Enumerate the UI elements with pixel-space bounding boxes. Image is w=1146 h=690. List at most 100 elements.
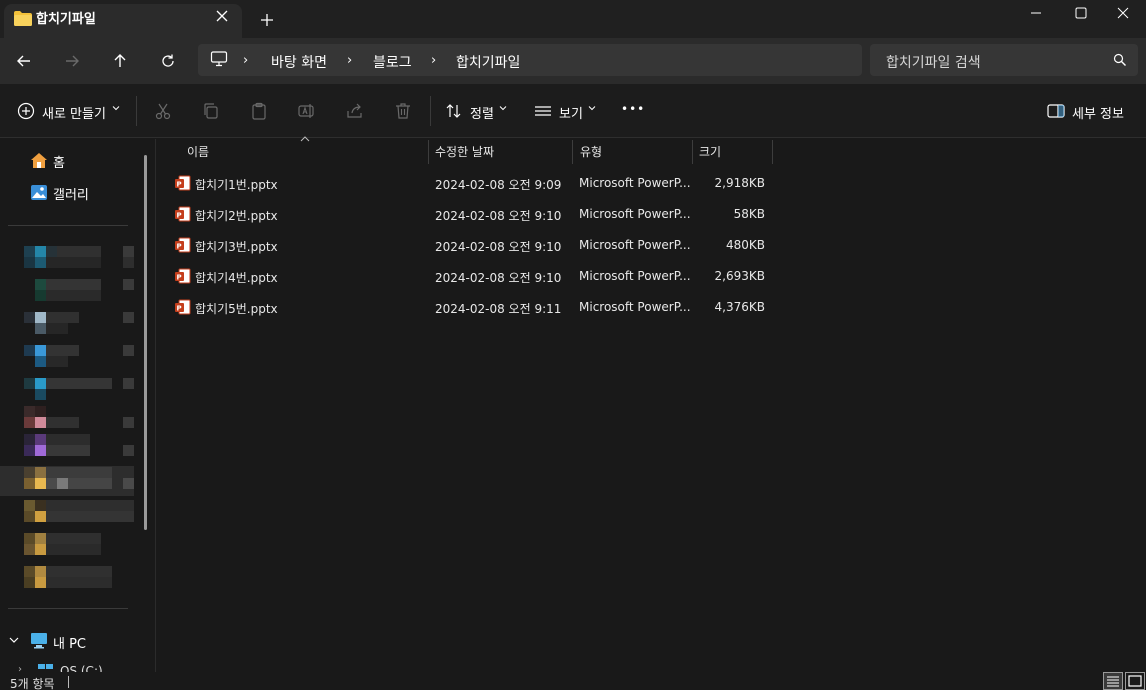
toolbar-divider: [136, 96, 137, 126]
file-type: Microsoft PowerP...: [579, 300, 691, 314]
column-divider[interactable]: [428, 140, 429, 164]
cut-icon[interactable]: [153, 101, 173, 121]
breadcrumb-separator[interactable]: ›: [243, 53, 248, 68]
sidebar-divider: [8, 608, 128, 609]
blurred-item[interactable]: [24, 378, 134, 400]
blurred-item[interactable]: [24, 246, 134, 268]
breadcrumb-blog[interactable]: 블로그: [373, 52, 412, 72]
sidebar-item-gallery[interactable]: 갤러리: [53, 184, 89, 203]
file-size: 58KB: [733, 207, 765, 221]
blurred-item[interactable]: [24, 467, 134, 489]
view-list-icon[interactable]: [533, 101, 553, 121]
blurred-item[interactable]: [24, 406, 134, 428]
new-tab-icon[interactable]: [257, 10, 277, 30]
details-view-icon[interactable]: [1103, 672, 1123, 690]
file-name[interactable]: 합치기4번.pptx: [195, 269, 278, 286]
chevron-down-icon[interactable]: [588, 104, 596, 112]
chevron-right-icon[interactable]: ›: [18, 664, 22, 672]
file-modified: 2024-02-08 오전 9:10: [435, 209, 562, 223]
pptx-file-icon: P: [175, 206, 191, 222]
column-header-modified[interactable]: 수정한 날짜: [435, 143, 494, 160]
column-divider[interactable]: [692, 140, 693, 164]
file-type: Microsoft PowerP...: [579, 269, 691, 283]
blurred-item[interactable]: [24, 434, 134, 456]
blurred-item[interactable]: [24, 566, 134, 588]
breadcrumb-current-folder[interactable]: 합치기파일: [456, 52, 520, 72]
file-name[interactable]: 합치기5번.pptx: [195, 300, 278, 317]
chevron-down-icon[interactable]: [112, 104, 120, 112]
chevron-down-icon[interactable]: [8, 634, 20, 646]
sidebar-scrollbar[interactable]: [144, 155, 147, 530]
forward-arrow-icon[interactable]: [58, 48, 86, 74]
details-button[interactable]: 세부 정보: [1072, 103, 1124, 122]
tab-title: 합치기파일: [36, 12, 96, 27]
search-icon[interactable]: [1113, 53, 1127, 67]
close-window-icon[interactable]: [1100, 0, 1146, 26]
large-icons-view-icon[interactable]: [1125, 672, 1145, 690]
file-type: Microsoft PowerP...: [579, 207, 691, 221]
sidebar-item-home[interactable]: 홈: [53, 152, 65, 171]
column-header-size[interactable]: 크기: [699, 143, 721, 160]
pptx-file-icon: P: [175, 175, 191, 191]
breadcrumb-separator[interactable]: ›: [431, 53, 436, 68]
file-modified: 2024-02-08 오전 9:10: [435, 271, 562, 285]
file-type: Microsoft PowerP...: [579, 176, 691, 190]
new-plus-icon[interactable]: [16, 101, 36, 121]
file-size: 480KB: [725, 238, 765, 252]
status-item-count: 5개 항목: [10, 677, 55, 690]
breadcrumb-separator[interactable]: ›: [347, 53, 352, 68]
chevron-down-icon[interactable]: [499, 104, 507, 112]
os-drive-row[interactable]: › OS (C:): [0, 662, 155, 672]
paste-icon[interactable]: [249, 101, 269, 121]
sidebar-item-this-pc[interactable]: 내 PC: [53, 633, 86, 652]
blurred-item[interactable]: [24, 533, 134, 555]
up-arrow-icon[interactable]: [106, 48, 134, 74]
table-row[interactable]: P 합치기1번.pptx 2024-02-08 오전 9:09 Microsof…: [170, 169, 775, 199]
file-name[interactable]: 합치기3번.pptx: [195, 238, 278, 255]
view-button[interactable]: 보기: [559, 103, 583, 122]
breadcrumb-desktop[interactable]: 바탕 화면: [271, 52, 327, 72]
file-name[interactable]: 합치기1번.pptx: [195, 176, 278, 193]
column-divider[interactable]: [772, 140, 773, 164]
details-pane-icon[interactable]: [1046, 101, 1066, 121]
column-divider[interactable]: [572, 140, 573, 164]
new-button[interactable]: 새로 만들기: [42, 103, 106, 122]
minimize-icon[interactable]: [1013, 0, 1059, 26]
file-size: 4,376KB: [714, 300, 765, 314]
svg-text:P: P: [177, 243, 182, 251]
column-header-type[interactable]: 유형: [580, 143, 602, 160]
sort-button[interactable]: 정렬: [470, 103, 494, 122]
svg-text:P: P: [177, 274, 182, 282]
file-name[interactable]: 합치기2번.pptx: [195, 207, 278, 224]
blurred-item[interactable]: [24, 312, 134, 334]
home-icon[interactable]: [30, 152, 48, 169]
monitor-icon[interactable]: [210, 51, 228, 67]
rename-icon[interactable]: [297, 101, 317, 121]
copy-icon[interactable]: [201, 101, 221, 121]
drive-icon: [38, 664, 54, 672]
pc-icon[interactable]: [30, 632, 48, 649]
table-row[interactable]: P 합치기5번.pptx 2024-02-08 오전 9:11 Microsof…: [170, 293, 775, 323]
file-size: 2,918KB: [714, 176, 765, 190]
close-tab-icon[interactable]: [212, 6, 232, 26]
delete-icon[interactable]: [393, 101, 413, 121]
table-row[interactable]: P 합치기4번.pptx 2024-02-08 오전 9:10 Microsof…: [170, 262, 775, 292]
file-modified: 2024-02-08 오전 9:10: [435, 240, 562, 254]
share-icon[interactable]: [345, 101, 365, 121]
column-header-name[interactable]: 이름: [187, 143, 209, 160]
sort-icon[interactable]: [444, 101, 464, 121]
table-row[interactable]: P 합치기2번.pptx 2024-02-08 오전 9:10 Microsof…: [170, 200, 775, 230]
refresh-icon[interactable]: [154, 48, 182, 74]
pptx-file-icon: P: [175, 237, 191, 253]
back-arrow-icon[interactable]: [10, 48, 38, 74]
blurred-item[interactable]: [24, 345, 134, 367]
sidebar-item-os-drive[interactable]: OS (C:): [60, 664, 103, 672]
search-input[interactable]: 합치기파일 검색: [886, 52, 981, 72]
blurred-item[interactable]: [24, 279, 134, 301]
maximize-icon[interactable]: [1058, 0, 1104, 26]
more-options-icon[interactable]: •••: [621, 102, 645, 116]
gallery-icon[interactable]: [30, 184, 48, 201]
file-modified: 2024-02-08 오전 9:11: [435, 302, 562, 316]
table-row[interactable]: P 합치기3번.pptx 2024-02-08 오전 9:10 Microsof…: [170, 231, 775, 261]
blurred-item[interactable]: [24, 500, 134, 522]
